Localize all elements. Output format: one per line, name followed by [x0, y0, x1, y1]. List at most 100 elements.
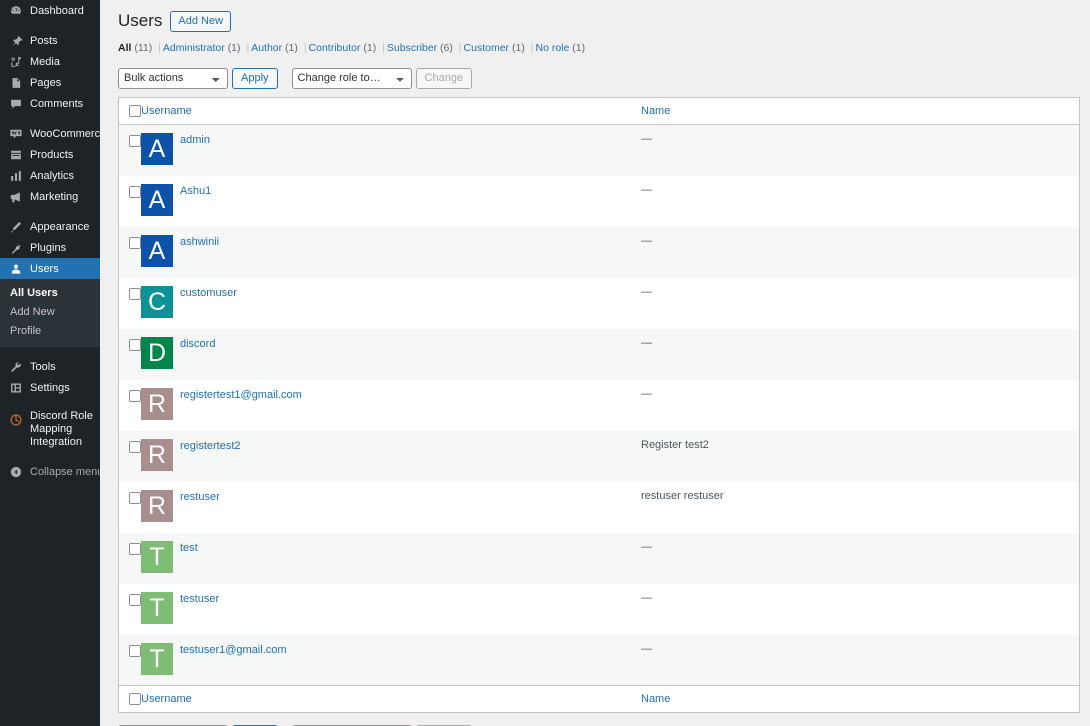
- media-icon: [7, 53, 24, 70]
- users-table-body: Aadmin — A Ashu1— Aashwinii — Ccustomuser — Ddis…: [118, 124, 1080, 686]
- row-checkbox[interactable]: [129, 135, 141, 148]
- sidebar-item-appearance[interactable]: Appearance: [0, 216, 100, 237]
- sidebar-item-tools[interactable]: Tools: [0, 356, 100, 377]
- role-filter-links: All (11)Administrator (1)Author (1)Contr…: [118, 42, 1080, 55]
- submenu-item-profile[interactable]: Profile: [0, 322, 100, 341]
- table-row: Rrestuser restuser restuser: [119, 482, 1080, 533]
- bulk-actions-select-top[interactable]: Bulk actionsDelete: [118, 67, 228, 89]
- filter-contributor[interactable]: Contributor: [309, 42, 361, 54]
- collapse-menu-button[interactable]: Collapse menu: [0, 461, 100, 482]
- filter-item: Customer (1): [464, 42, 536, 54]
- name-cell: —: [641, 387, 652, 400]
- row-checkbox[interactable]: [129, 440, 141, 453]
- name-cell: Register test2: [641, 438, 709, 451]
- user-link[interactable]: customuser: [180, 287, 237, 299]
- select-all-checkbox-top[interactable]: [129, 105, 141, 118]
- apply-button-top[interactable]: Apply: [232, 67, 278, 89]
- sidebar-item-products[interactable]: Products: [0, 144, 100, 165]
- username-label: registertest2: [180, 439, 241, 452]
- change-role-select-top[interactable]: Change role to…AdministratorAuthorContri…: [291, 67, 412, 89]
- row-select-cell: [119, 635, 141, 686]
- username-cell: A Ashu1: [141, 176, 641, 227]
- column-header-name-top[interactable]: Name: [641, 97, 1080, 126]
- sidebar-item-media[interactable]: Media: [0, 51, 100, 72]
- table-row: Aashwinii —: [118, 226, 1080, 278]
- row-checkbox[interactable]: [129, 542, 141, 555]
- sidebar-item-analytics[interactable]: Analytics: [0, 165, 100, 186]
- row-checkbox[interactable]: [129, 236, 141, 249]
- avatar: T: [141, 642, 173, 675]
- admin-sidebar: Dashboard Posts Media Pages Comments WooComme…: [0, 0, 100, 726]
- submenu-item-all-users[interactable]: All Users: [0, 284, 100, 303]
- filter-author[interactable]: Author: [251, 42, 282, 54]
- name-cell: —: [641, 336, 652, 349]
- sidebar-item-comments[interactable]: Comments: [0, 93, 100, 114]
- row-checkbox[interactable]: [129, 491, 141, 504]
- row-checkbox[interactable]: [129, 287, 141, 300]
- user-link[interactable]: ashwinii: [180, 236, 219, 248]
- filter-customer[interactable]: Customer: [464, 42, 510, 54]
- sidebar-item-settings[interactable]: Settings: [0, 377, 100, 398]
- row-checkbox[interactable]: [129, 644, 141, 657]
- admin-screen: Dashboard Posts Media Pages Comments WooComme…: [0, 0, 1090, 726]
- change-role-button-top[interactable]: Change: [415, 67, 473, 89]
- filter-contributor-count: (1): [363, 42, 377, 54]
- row-select-cell: [119, 278, 141, 329]
- user-link[interactable]: test: [180, 542, 198, 554]
- filter-administrator[interactable]: Administrator: [163, 42, 225, 54]
- user-link[interactable]: restuser: [180, 491, 220, 503]
- sidebar-item-users[interactable]: Users: [0, 258, 100, 279]
- table-row: Ccustomuser —: [119, 278, 1080, 329]
- sidebar-item-posts[interactable]: Posts: [0, 30, 100, 51]
- column-header-username-bottom[interactable]: Username: [141, 685, 641, 713]
- filter-item: Subscriber (6): [387, 42, 464, 54]
- user-link[interactable]: registertest2: [180, 440, 241, 452]
- row-select-cell: [119, 533, 141, 584]
- sidebar-item-marketing[interactable]: Marketing: [0, 186, 100, 207]
- row-select-cell: [119, 584, 141, 635]
- name-cell: —: [641, 183, 652, 196]
- table-row: Ddiscord —: [118, 328, 1080, 380]
- column-header-name-bottom[interactable]: Name: [641, 685, 1080, 713]
- filter-all[interactable]: All: [118, 42, 131, 54]
- discord-icon: [7, 411, 24, 428]
- user-link[interactable]: registertest1@gmail.com: [180, 389, 302, 401]
- submenu-item-add-new[interactable]: Add New: [0, 303, 100, 322]
- comments-icon: [7, 95, 24, 112]
- column-header-username-top[interactable]: Username: [141, 97, 641, 126]
- sidebar-item-discord-role-mapping[interactable]: Discord Role Mapping Integration: [0, 407, 100, 452]
- username-cell: Ttestuser: [141, 584, 641, 635]
- sidebar-item-plugins[interactable]: Plugins: [0, 237, 100, 258]
- user-link[interactable]: testuser1@gmail.com: [180, 644, 287, 656]
- row-checkbox[interactable]: [129, 338, 141, 351]
- sidebar-item-pages[interactable]: Pages: [0, 72, 100, 93]
- row-checkbox[interactable]: [129, 593, 141, 606]
- user-link[interactable]: discord: [180, 338, 215, 350]
- add-new-user-button[interactable]: Add New: [170, 10, 232, 32]
- table-footer-row: Username Name: [118, 685, 1080, 713]
- row-checkbox[interactable]: [129, 389, 141, 402]
- username-cell: Rregistertest2: [141, 431, 641, 482]
- username-label: Ashu1: [180, 184, 211, 197]
- table-row: A Ashu1 —: [119, 176, 1080, 227]
- row-select-cell: [119, 176, 141, 227]
- filter-no-role[interactable]: No role: [535, 42, 569, 54]
- select-all-checkbox-bottom[interactable]: [129, 693, 141, 706]
- page-header: Users Add New: [118, 8, 1080, 34]
- filter-item: Contributor (1): [309, 42, 387, 54]
- row-select-cell: [119, 380, 141, 431]
- avatar: C: [141, 285, 173, 318]
- sidebar-item-pages-label: Pages: [30, 76, 62, 89]
- sidebar-item-woocommerce[interactable]: WooCommerce: [0, 123, 100, 144]
- table-row: Rregistertest1@gmail.com —: [119, 380, 1080, 431]
- avatar: R: [141, 438, 173, 471]
- user-link[interactable]: Ashu1: [180, 185, 211, 197]
- filter-subscriber[interactable]: Subscriber: [387, 42, 437, 54]
- sidebar-item-tools-label: Tools: [30, 360, 56, 373]
- sidebar-item-dashboard[interactable]: Dashboard: [0, 0, 100, 21]
- user-link[interactable]: admin: [180, 134, 210, 146]
- sidebar-item-woocommerce-label: WooCommerce: [30, 127, 100, 140]
- row-checkbox[interactable]: [129, 185, 141, 198]
- row-select-cell: [119, 125, 141, 176]
- user-link[interactable]: testuser: [180, 593, 219, 605]
